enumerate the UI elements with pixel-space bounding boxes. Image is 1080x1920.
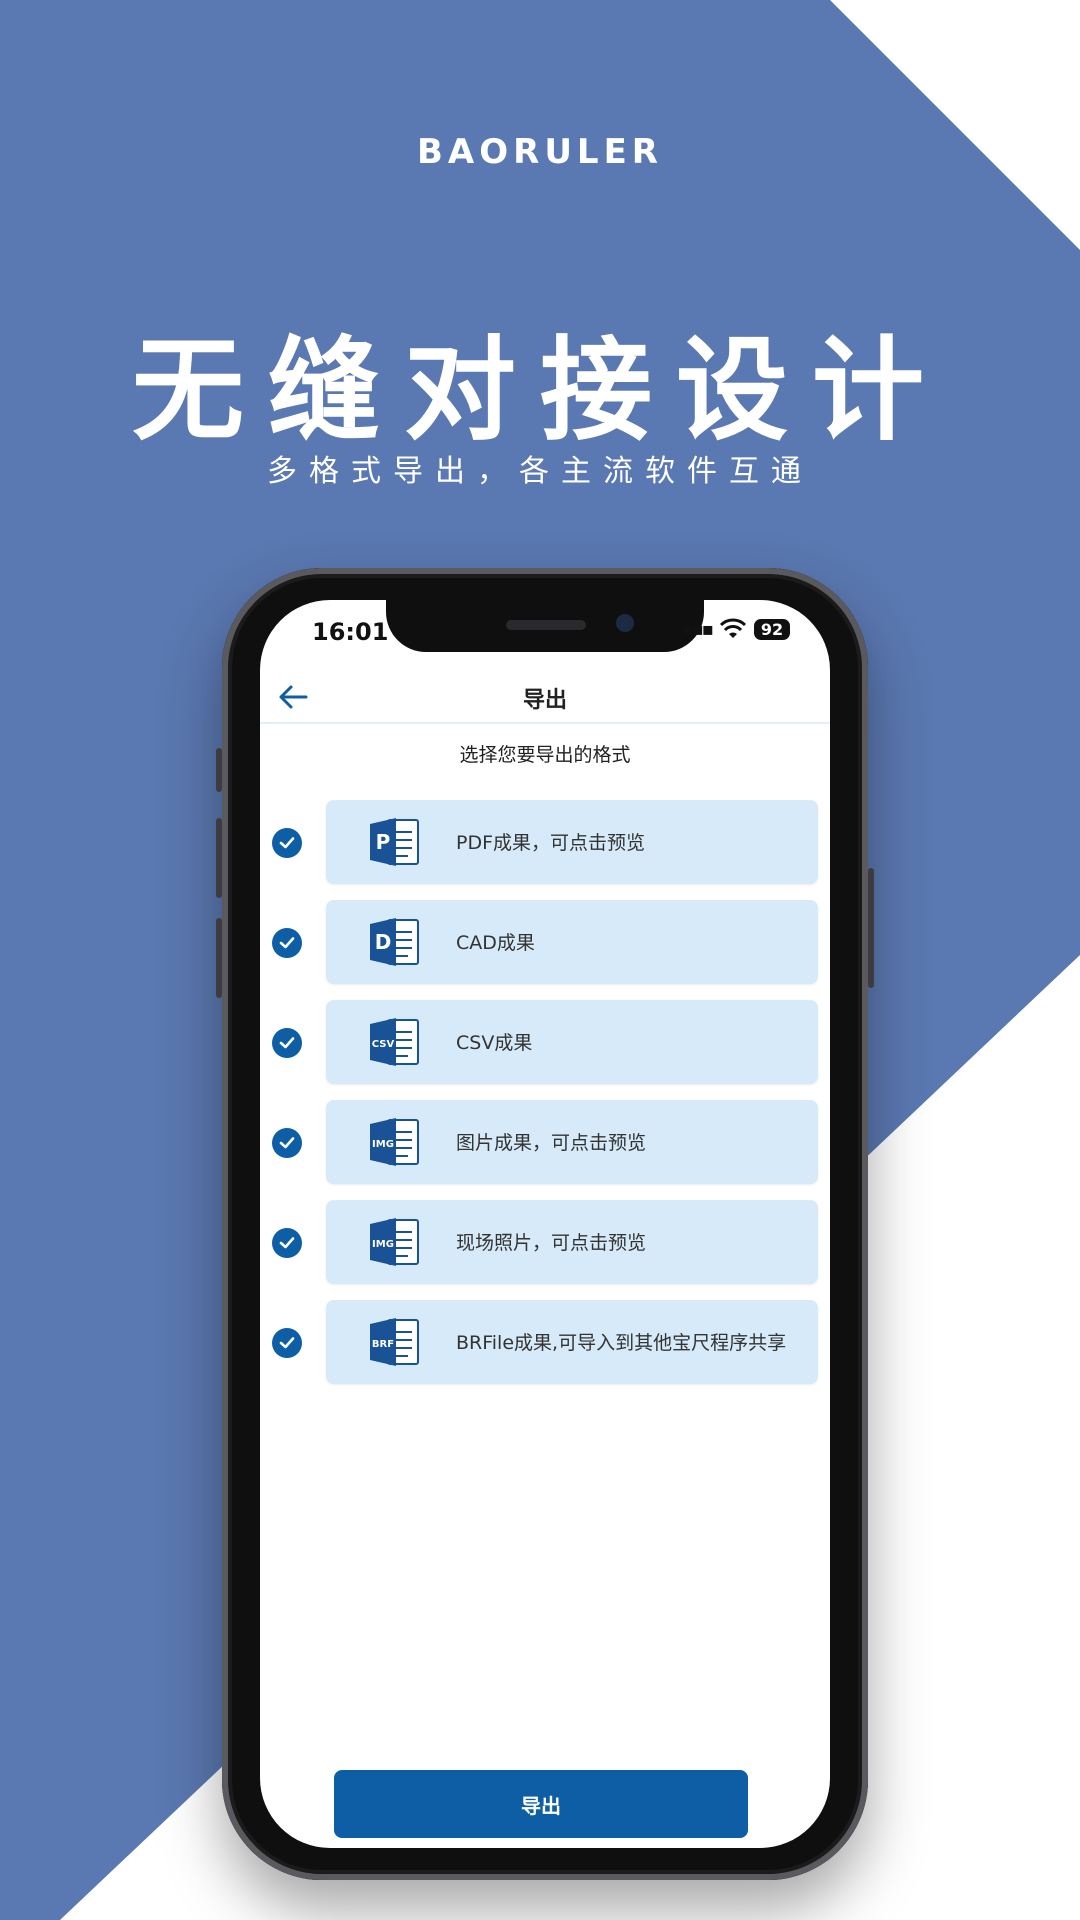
photo-file-icon: IMG xyxy=(370,1218,419,1266)
export-button[interactable]: 导出 xyxy=(334,1770,748,1838)
option-label: PDF成果，可点击预览 xyxy=(456,832,646,854)
export-option-pdf[interactable]: P PDF成果，可点击预览 xyxy=(260,800,830,884)
check-icon[interactable] xyxy=(272,828,302,858)
check-icon[interactable] xyxy=(272,1028,302,1058)
icon-label: D xyxy=(375,930,392,954)
format-prompt: 选择您要导出的格式 xyxy=(459,744,631,766)
brand-name: BAORULER xyxy=(417,132,663,172)
image-file-icon: IMG xyxy=(370,1118,419,1166)
option-card[interactable]: IMG 图片成果，可点击预览 xyxy=(326,1100,818,1184)
option-label: BRFile成果,可导入到其他宝尺程序共享 xyxy=(456,1332,787,1354)
phone-frame: 16:01 ▪▪▪ 92 导出 选择您要导出的格式 P PDF成果，可点击预览 … xyxy=(216,568,874,1880)
option-label: CSV成果 xyxy=(456,1032,533,1054)
subheadline: 多格式导出，各主流软件互通 xyxy=(267,454,813,489)
check-icon[interactable] xyxy=(272,1328,302,1358)
option-label: 图片成果，可点击预览 xyxy=(456,1132,647,1154)
headline: 无缝对接设计 xyxy=(132,326,948,456)
phone-side-button xyxy=(216,748,222,792)
background-corner-top-right xyxy=(830,0,1080,250)
option-card[interactable]: CSV CSV成果 xyxy=(326,1000,818,1084)
speaker xyxy=(506,620,586,630)
status-indicators: ▪▪▪ 92 xyxy=(681,618,790,640)
brf-file-icon: BRF xyxy=(370,1318,419,1366)
csv-file-icon: CSV xyxy=(370,1018,419,1066)
phone-screen: 16:01 ▪▪▪ 92 导出 选择您要导出的格式 P PDF成果，可点击预览 … xyxy=(260,600,830,1848)
front-camera xyxy=(616,614,634,632)
icon-label: BRF xyxy=(372,1339,394,1350)
page-title: 导出 xyxy=(522,688,567,713)
export-option-brfile[interactable]: BRF BRFile成果,可导入到其他宝尺程序共享 xyxy=(260,1300,830,1384)
cad-file-icon: D xyxy=(370,918,419,966)
export-option-image[interactable]: IMG 图片成果，可点击预览 xyxy=(260,1100,830,1184)
option-label: 现场照片，可点击预览 xyxy=(456,1232,647,1254)
export-option-photos[interactable]: IMG 现场照片，可点击预览 xyxy=(260,1200,830,1284)
signal-icon: ▪▪▪ xyxy=(681,618,714,640)
status-time: 16:01 xyxy=(312,618,389,646)
export-option-cad[interactable]: D CAD成果 xyxy=(260,900,830,984)
wifi-icon xyxy=(720,618,746,638)
phone-volume-up xyxy=(216,818,222,898)
phone-power-button xyxy=(868,868,874,988)
export-option-csv[interactable]: CSV CSV成果 xyxy=(260,1000,830,1084)
check-icon[interactable] xyxy=(272,1128,302,1158)
check-icon[interactable] xyxy=(272,928,302,958)
notch xyxy=(386,600,704,652)
check-icon[interactable] xyxy=(272,1228,302,1258)
nav-bar: 导出 xyxy=(260,678,830,724)
phone-volume-down xyxy=(216,918,222,998)
pdf-file-icon: P xyxy=(370,818,419,866)
option-card[interactable]: IMG 现场照片，可点击预览 xyxy=(326,1200,818,1284)
icon-label: P xyxy=(376,830,391,854)
option-card[interactable]: D CAD成果 xyxy=(326,900,818,984)
icon-label: IMG xyxy=(372,1239,394,1250)
option-card[interactable]: P PDF成果，可点击预览 xyxy=(326,800,818,884)
option-label: CAD成果 xyxy=(456,932,535,954)
icon-label: IMG xyxy=(372,1139,394,1150)
battery-icon: 92 xyxy=(754,618,790,640)
icon-label: CSV xyxy=(372,1039,395,1050)
option-card[interactable]: BRF BRFile成果,可导入到其他宝尺程序共享 xyxy=(326,1300,818,1384)
